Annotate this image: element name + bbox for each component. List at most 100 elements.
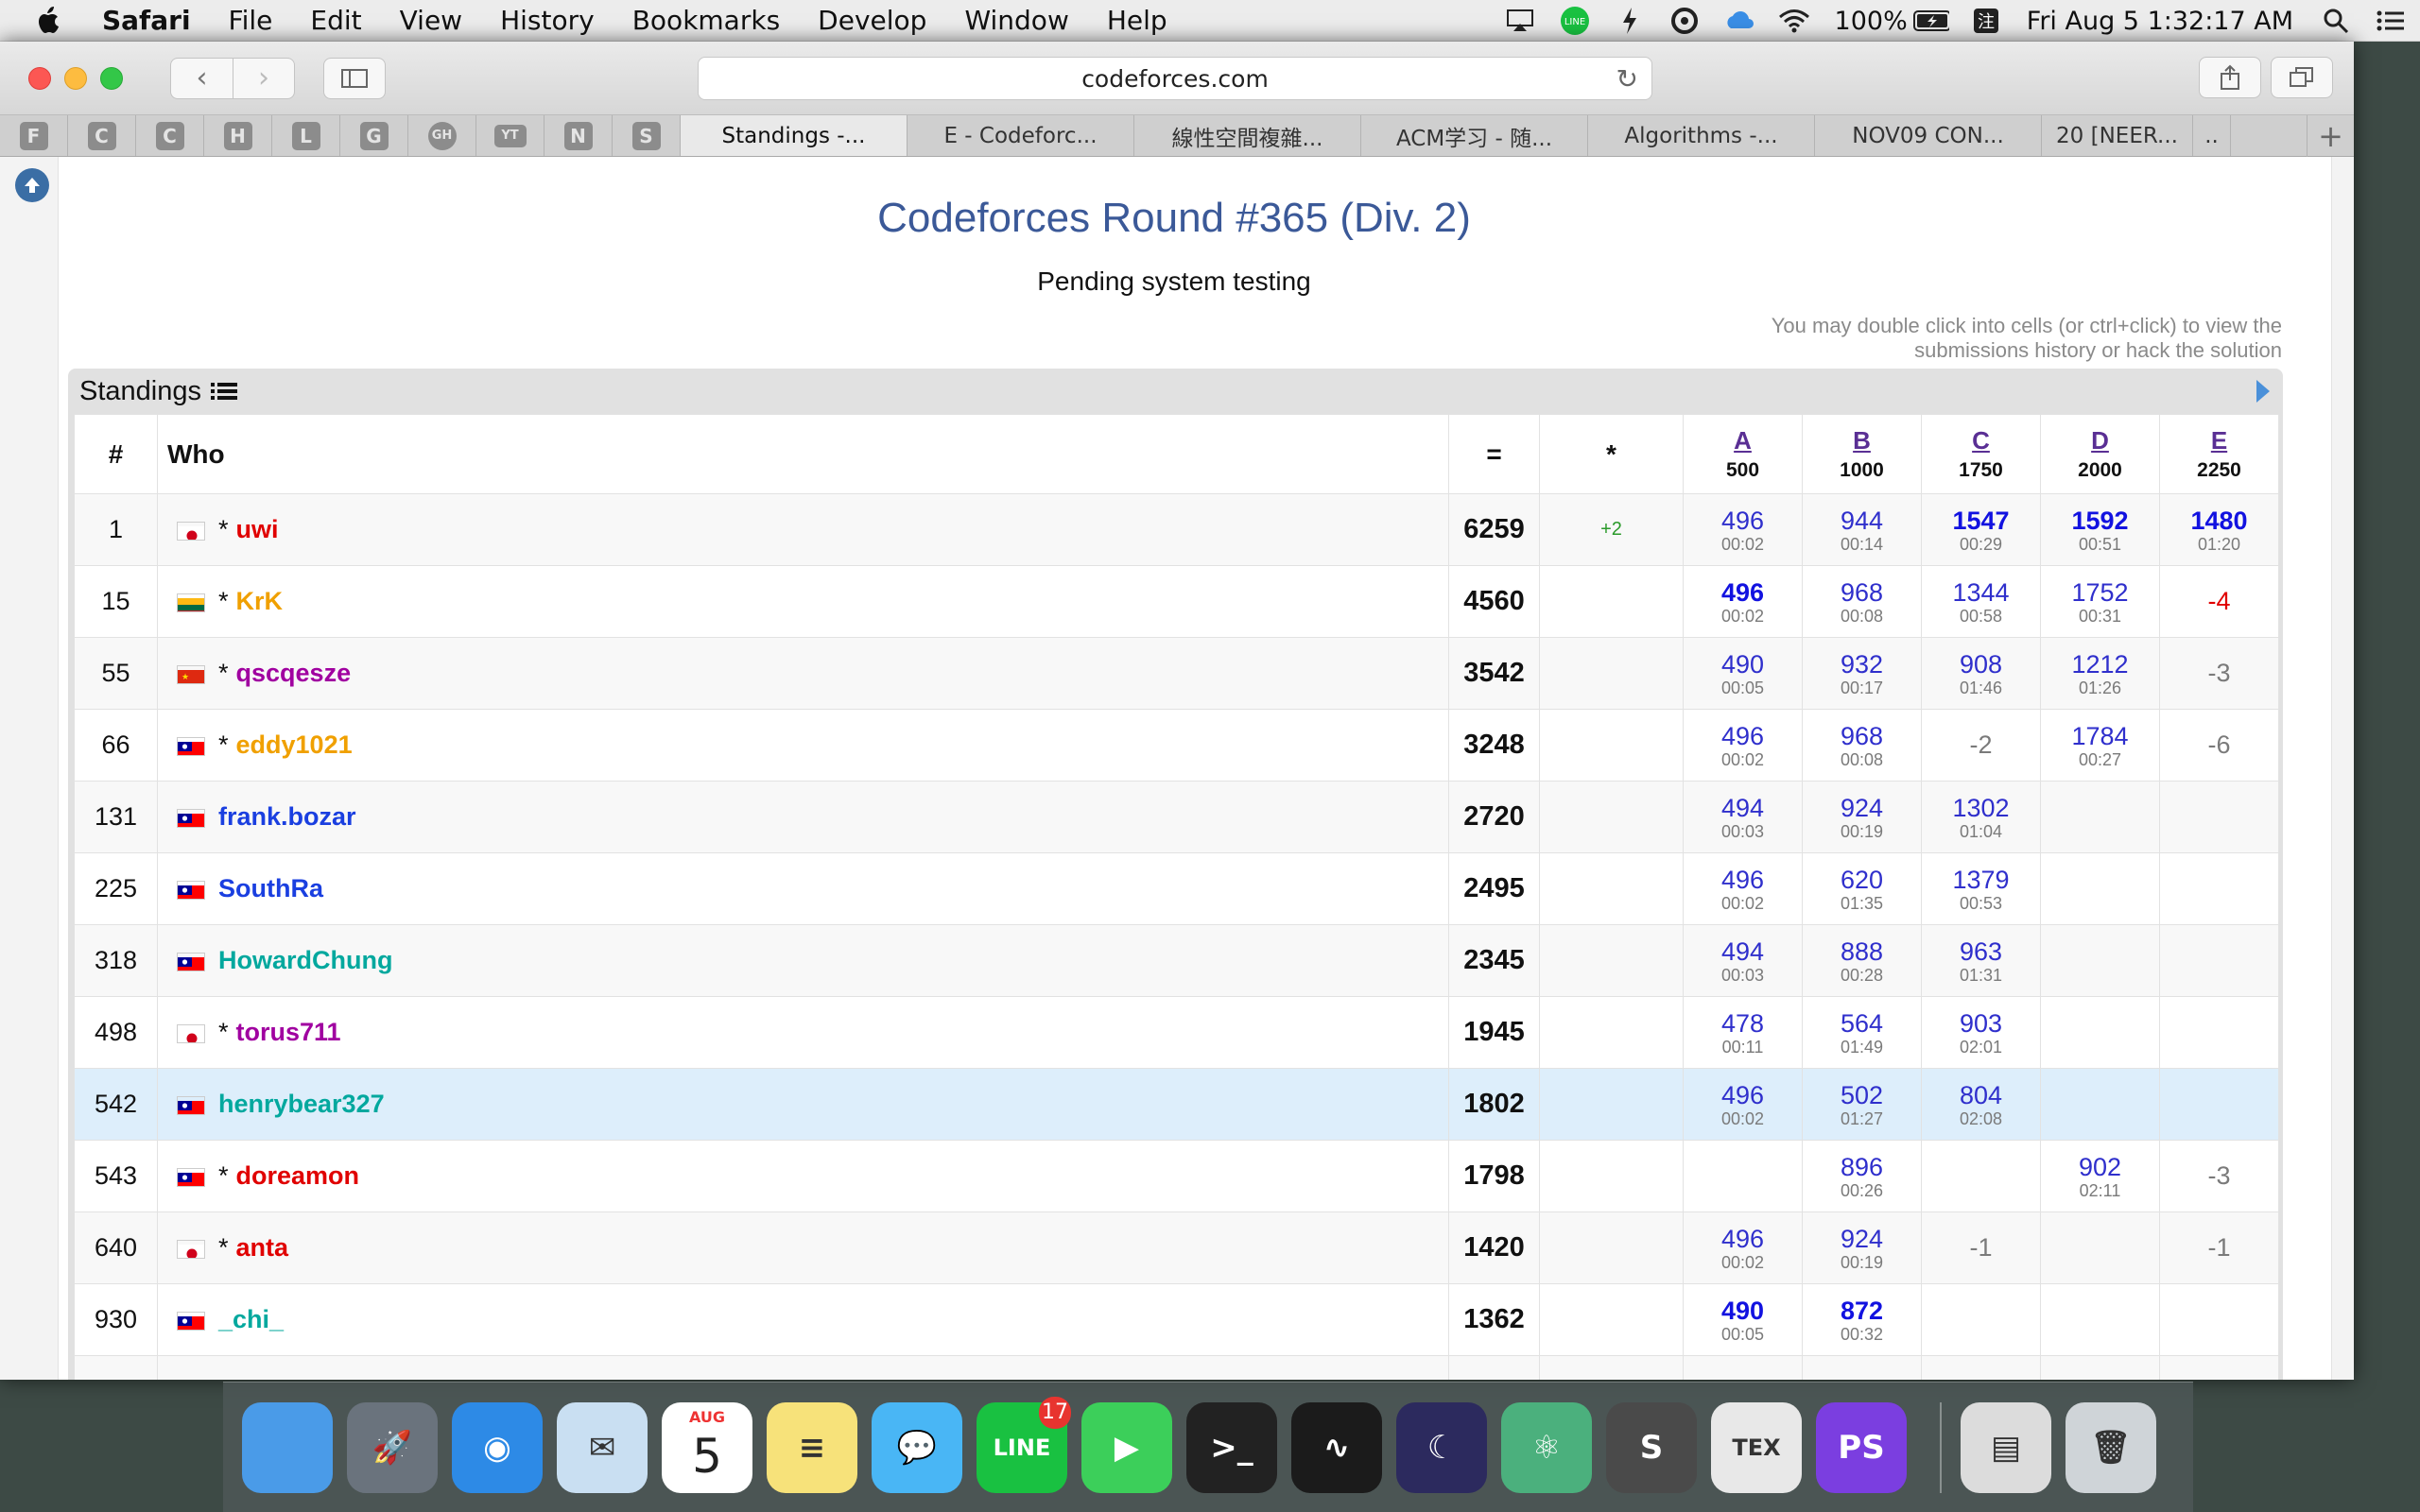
list-icon[interactable]: [211, 381, 237, 402]
launchpad-icon[interactable]: 🚀: [347, 1401, 438, 1493]
problem-a-link[interactable]: A: [1684, 426, 1802, 455]
tab-codeforces-e[interactable]: E - Codeforc...: [908, 115, 1134, 156]
menu-window[interactable]: Window: [964, 5, 1068, 36]
mail-icon[interactable]: ✉: [557, 1401, 648, 1493]
hacks-cell[interactable]: [1539, 781, 1684, 853]
problem-result-cell[interactable]: [2040, 1068, 2160, 1141]
contest-title[interactable]: Codeforces Round #365 (Div. 2): [59, 195, 2290, 242]
problem-result-cell[interactable]: 924 00:19: [1802, 1211, 1922, 1284]
problem-result-cell[interactable]: 1480 01:20: [2159, 493, 2279, 566]
problem-result-cell[interactable]: 804 02:08: [1921, 1068, 2041, 1141]
problem-result-cell[interactable]: -3: [2159, 637, 2279, 710]
close-window-button[interactable]: [28, 66, 51, 90]
minimize-window-button[interactable]: [64, 66, 87, 90]
problem-result-cell[interactable]: 496 00:02: [1683, 1211, 1803, 1284]
problem-result-cell[interactable]: [2040, 996, 2160, 1069]
sync-icon[interactable]: [1667, 0, 1703, 42]
problem-result-cell[interactable]: 1592 00:51: [2040, 493, 2160, 566]
problem-result-cell[interactable]: 872 00:32: [1802, 1283, 1922, 1356]
problem-result-cell[interactable]: 888 00:28: [1802, 924, 1922, 997]
terminal-icon[interactable]: >_: [1186, 1401, 1277, 1493]
menu-view[interactable]: View: [400, 5, 462, 36]
notification-center-icon[interactable]: [2373, 0, 2409, 42]
notes-icon[interactable]: ≡: [767, 1401, 857, 1493]
table-row[interactable]: 131 frank.bozar 2720 494 00:03 924 00:19 1302 01…: [74, 781, 2279, 853]
problem-result-cell[interactable]: 620 01:35: [1802, 852, 1922, 925]
flash-icon[interactable]: [1612, 0, 1648, 42]
back-button[interactable]: ‹: [170, 57, 233, 99]
tab-nov09[interactable]: NOV09 CON...: [1815, 115, 2042, 156]
forward-button[interactable]: ›: [233, 57, 295, 99]
menu-history[interactable]: History: [500, 5, 595, 36]
table-row[interactable]: 543 * doreamon 1798 896 00:26 902 02:11 -3: [74, 1140, 2279, 1212]
problem-result-cell[interactable]: 490 00:05: [1683, 1283, 1803, 1356]
pinned-tab-youtube[interactable]: YT: [476, 115, 544, 156]
problem-result-cell[interactable]: [2040, 1283, 2160, 1356]
pinned-tab-n[interactable]: N: [544, 115, 613, 156]
input-method-icon[interactable]: 注: [1968, 0, 2004, 42]
spotlight-icon[interactable]: [2318, 0, 2354, 42]
right-scroll-gutter[interactable]: [2331, 157, 2354, 1380]
menu-bookmarks[interactable]: Bookmarks: [632, 5, 780, 36]
problem-result-cell[interactable]: 496 00:02: [1683, 852, 1803, 925]
activity-monitor-icon[interactable]: ∿: [1291, 1401, 1382, 1493]
problem-result-cell[interactable]: [1683, 1140, 1803, 1212]
problem-result-cell[interactable]: [2159, 781, 2279, 853]
problem-result-cell[interactable]: [2159, 1283, 2279, 1356]
problem-result-cell[interactable]: [2159, 1068, 2279, 1141]
participant-handle-link[interactable]: uwi: [236, 515, 279, 543]
hacks-cell[interactable]: [1539, 1355, 1684, 1380]
tab-acm[interactable]: ACM学习 - 随...: [1361, 115, 1588, 156]
airplay-icon[interactable]: [1502, 0, 1538, 42]
problem-result-cell[interactable]: [2040, 1355, 2160, 1380]
problem-result-cell[interactable]: 932 00:17: [1802, 637, 1922, 710]
pinned-tab-github[interactable]: GH: [408, 115, 476, 156]
tab-more[interactable]: ..: [2193, 115, 2231, 156]
problem-result-cell[interactable]: 496 00:02: [1683, 709, 1803, 782]
scroll-up-icon[interactable]: [15, 168, 49, 202]
problem-result-cell[interactable]: [2159, 1355, 2279, 1380]
problem-e-link[interactable]: E: [2160, 426, 2278, 455]
calendar-icon[interactable]: AUG 5: [662, 1401, 752, 1493]
wifi-icon[interactable]: [1776, 0, 1812, 42]
problem-result-cell[interactable]: 944 00:14: [1802, 493, 1922, 566]
pinned-tab-l[interactable]: L: [272, 115, 340, 156]
apple-icon[interactable]: [36, 6, 74, 36]
problem-result-cell[interactable]: [1921, 1355, 2041, 1380]
documents-icon[interactable]: ▤: [1961, 1401, 2051, 1493]
menu-app-name[interactable]: Safari: [102, 5, 191, 36]
problem-result-cell[interactable]: -3: [2159, 1140, 2279, 1212]
problem-result-cell[interactable]: 1344 00:58: [1921, 565, 2041, 638]
table-row[interactable]: 55 ★ * qscqesze 3542 490 00:05 932 00:17 908 01:46…: [74, 637, 2279, 710]
problem-result-cell[interactable]: 908 01:46: [1921, 637, 2041, 710]
participant-handle-link[interactable]: doreamon: [236, 1161, 360, 1190]
problem-result-cell[interactable]: 1752 00:31: [2040, 565, 2160, 638]
problem-result-cell[interactable]: 1379 00:53: [1921, 852, 2041, 925]
sublime-icon[interactable]: S: [1606, 1401, 1697, 1493]
pinned-tab-c2[interactable]: C: [136, 115, 204, 156]
sidebar-toggle-button[interactable]: [323, 57, 386, 99]
menu-help[interactable]: Help: [1107, 5, 1167, 36]
table-row[interactable]: 225 SouthRa 2495 496 00:02 620 01:35 1379 00:53: [74, 852, 2279, 925]
problem-result-cell[interactable]: -6: [2159, 709, 2279, 782]
eclipse-icon[interactable]: ☾: [1396, 1401, 1487, 1493]
problem-result-cell[interactable]: 968 00:08: [1802, 709, 1922, 782]
hacks-cell[interactable]: [1539, 1140, 1684, 1212]
participant-handle-link[interactable]: anta: [236, 1233, 289, 1262]
line-tray-icon[interactable]: LINE: [1557, 0, 1593, 42]
problem-result-cell[interactable]: [2159, 852, 2279, 925]
menubar-clock[interactable]: Fri Aug 5 1:32:17 AM: [2027, 7, 2293, 36]
hacks-cell[interactable]: [1539, 852, 1684, 925]
participant-handle-link[interactable]: SouthRa: [218, 874, 323, 902]
problem-result-cell[interactable]: 856: [1802, 1355, 1922, 1380]
table-row[interactable]: 498 * torus711 1945 478 00:11 564 01:49 903 02:01: [74, 996, 2279, 1069]
problem-result-cell[interactable]: [2040, 781, 2160, 853]
problem-result-cell[interactable]: 564 01:49: [1802, 996, 1922, 1069]
hacks-cell[interactable]: [1539, 996, 1684, 1069]
pinned-tab-g[interactable]: G: [340, 115, 408, 156]
problem-result-cell[interactable]: 903 02:01: [1921, 996, 2041, 1069]
participant-handle-link[interactable]: eddy1021: [236, 730, 353, 759]
problem-result-cell[interactable]: 496 00:02: [1683, 493, 1803, 566]
hacks-cell[interactable]: +2: [1539, 493, 1684, 566]
participant-handle-link[interactable]: frank.bozar: [218, 802, 356, 831]
